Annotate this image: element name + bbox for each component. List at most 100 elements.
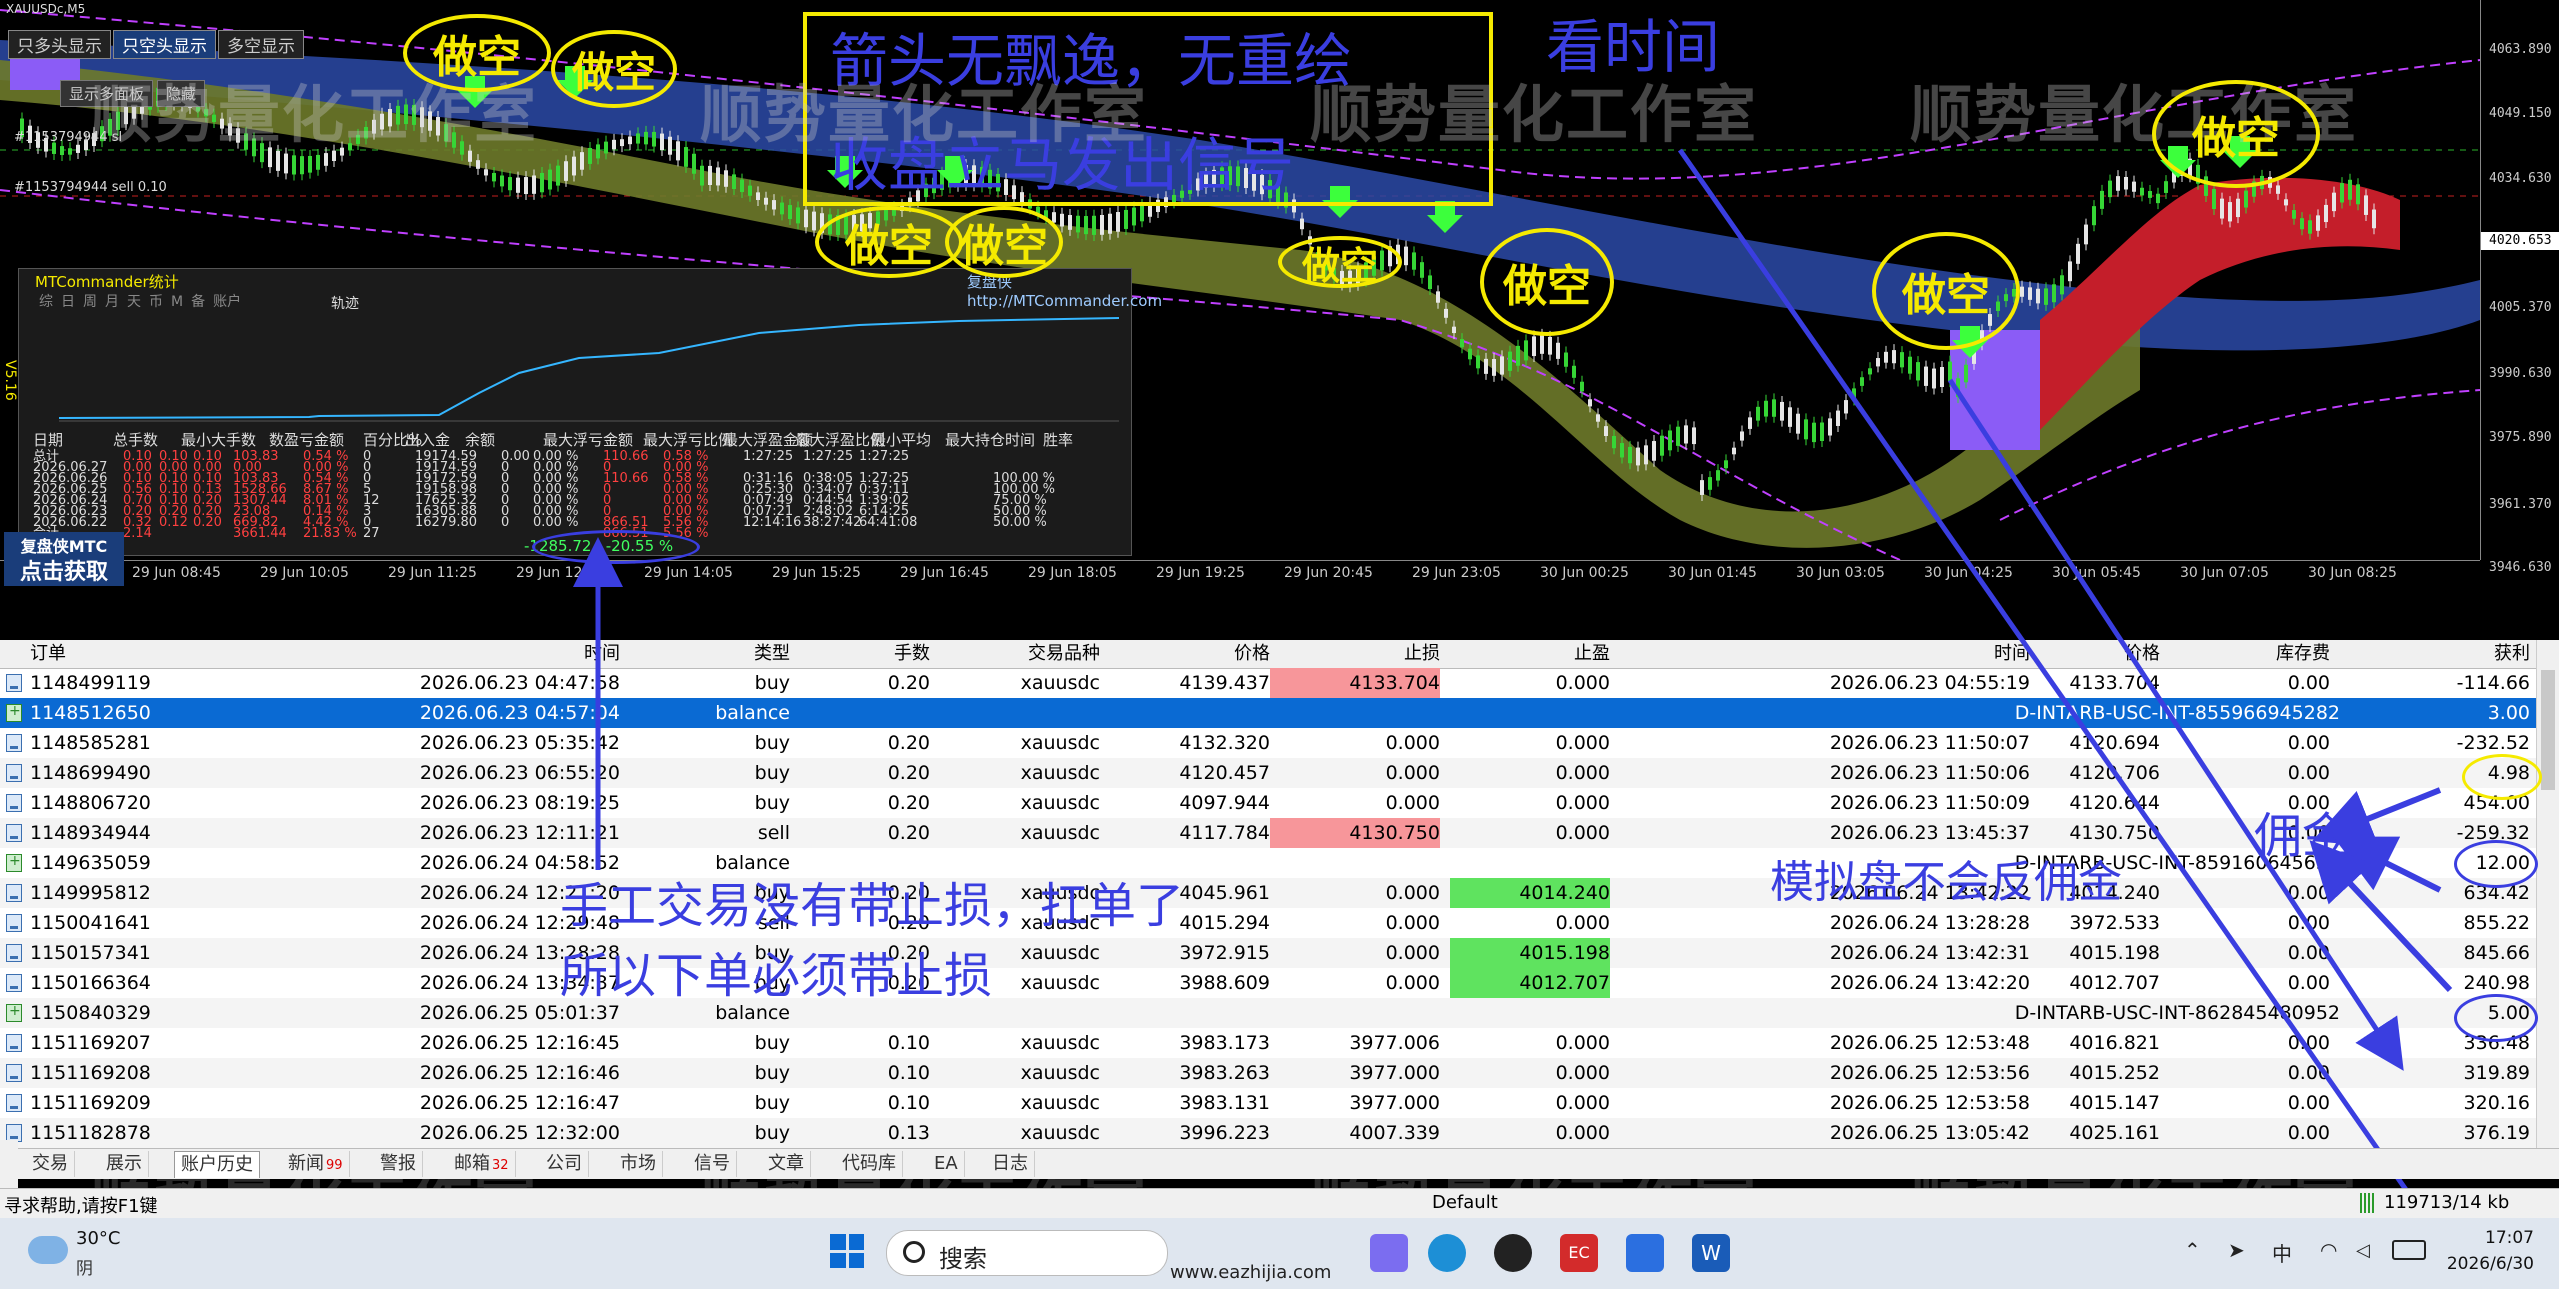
price-tick: 4063.890	[2489, 42, 2552, 57]
clock-date[interactable]: 2026/6/30	[2446, 1254, 2534, 1274]
scrollbar-thumb[interactable]	[2541, 670, 2555, 790]
table-row[interactable]: 1148499119 2026.06.23 04:47:58 buy 0.20 xauu…	[0, 668, 2536, 698]
ime-indicator[interactable]: 中	[2272, 1238, 2292, 1267]
column-header[interactable]: 交易品种	[940, 640, 1100, 668]
table-row[interactable]: 1151182878 2026.06.25 12:32:00 buy 0.13 xauu…	[0, 1118, 2536, 1148]
column-header[interactable]: 止损	[1270, 640, 1440, 668]
column-header[interactable]: 订单	[30, 640, 160, 668]
terminal-tab[interactable]: 市场	[614, 1151, 663, 1177]
mtc-tab[interactable]: M	[171, 294, 183, 310]
column-header[interactable]: 价格	[2040, 640, 2160, 668]
clock-time[interactable]: 17:07	[2466, 1228, 2534, 1248]
table-cell: 0.00	[2287, 972, 2330, 994]
table-cell: 3972.915	[1179, 942, 1270, 964]
mt5-icon[interactable]	[1626, 1234, 1664, 1272]
mtc-tab[interactable]: 月	[105, 294, 119, 310]
terminal-tab[interactable]: 公司	[540, 1151, 589, 1177]
trade-icon	[6, 884, 22, 902]
long-short-button[interactable]: 多空显示	[218, 30, 304, 59]
trade-icon	[6, 1064, 22, 1082]
mtc-tab[interactable]: 日	[61, 294, 75, 310]
search-icon	[903, 1241, 925, 1263]
ec-icon[interactable]: EC	[1560, 1234, 1598, 1272]
table-row[interactable]: 1148699490 2026.06.23 06:55:20 buy 0.20 xauu…	[0, 758, 2536, 788]
price-chart[interactable]: XAUUSDc,M5 只多头显示 只空头显示 多空显示 显示多面板 隐藏 #11…	[0, 0, 2559, 586]
table-cell: 0.20	[887, 822, 930, 844]
terminal-tab[interactable]: 警报	[374, 1151, 423, 1177]
get-mtc-button[interactable]: 复盘侠MTC 点击获取	[4, 532, 124, 586]
table-row[interactable]: 1151169208 2026.06.25 12:16:46 buy 0.10 xauu…	[0, 1058, 2536, 1088]
table-scrollbar[interactable]	[2536, 640, 2559, 1148]
table-row[interactable]: 11496350592026.06.24 04:58:52balanceD-IN…	[0, 848, 2536, 878]
table-cell: 2026.06.23 04:55:19	[1829, 672, 2030, 694]
terminal-tab[interactable]: EA	[928, 1151, 965, 1177]
qq-icon[interactable]	[1494, 1234, 1532, 1272]
table-row[interactable]: 1151169209 2026.06.25 12:16:47 buy 0.10 xauu…	[0, 1088, 2536, 1118]
table-row[interactable]: 1150157341 2026.06.24 13:28:28 buy 0.20 xauu…	[0, 938, 2536, 968]
mtc-tab[interactable]: 币	[149, 294, 163, 310]
signal-bubble: 做空	[1278, 236, 1402, 288]
column-header[interactable]: 价格	[1110, 640, 1270, 668]
column-header[interactable]: 库存费	[2160, 640, 2330, 668]
account-history-table[interactable]: 订单 时间 类型 手数 交易品种 价格 止损 止盈 时间 价格 库存费 获利 1148499119 20…	[0, 640, 2559, 1148]
highlight-ellipse	[2454, 994, 2538, 1042]
column-header[interactable]: 类型	[630, 640, 790, 668]
mtc-tab[interactable]: 综	[39, 294, 53, 310]
terminal-tab[interactable]: 邮箱 32	[448, 1151, 516, 1177]
table-cell: 1149995812	[30, 882, 151, 904]
status-profile[interactable]: Default	[1432, 1192, 1498, 1213]
terminal-tab[interactable]: 账户历史	[174, 1151, 260, 1178]
mtc-tab[interactable]: 天	[127, 294, 141, 310]
status-bar: 寻求帮助,请按F1键 Default 119713/14 kb	[0, 1188, 2559, 1219]
start-icon[interactable]	[830, 1234, 864, 1268]
word-icon[interactable]: W	[1692, 1234, 1730, 1272]
mtc-tab[interactable]: 周	[83, 294, 97, 310]
mtc-tab[interactable]: 账户	[213, 294, 241, 310]
terminal-tab[interactable]: 展示	[100, 1151, 149, 1177]
table-row[interactable]: 1148934944 2026.06.23 12:11:21 sell 0.20 xau…	[0, 818, 2536, 848]
short-only-button[interactable]: 只空头显示	[113, 30, 216, 59]
table-row[interactable]: 1148585281 2026.06.23 05:35:42 buy 0.20 xauu…	[0, 728, 2536, 758]
column-header[interactable]: 获利	[2340, 640, 2530, 668]
table-row[interactable]: 1151169207 2026.06.25 12:16:45 buy 0.10 xauu…	[0, 1028, 2536, 1058]
table-cell: 2026.06.23 12:11:21	[419, 822, 620, 844]
taskbar-search[interactable]: 搜索	[886, 1230, 1168, 1276]
highlight-ellipse	[2462, 754, 2542, 800]
column-header[interactable]: 止盈	[1450, 640, 1610, 668]
app-icon[interactable]	[1370, 1234, 1408, 1272]
position-label: #1153794944 sell 0.10	[14, 180, 167, 195]
table-row[interactable]: 11508403292026.06.25 05:01:37balanceD-IN…	[0, 998, 2536, 1028]
terminal-tab[interactable]: 日志	[986, 1151, 1035, 1177]
table-cell: xauusdc	[1020, 792, 1100, 814]
weather-icon[interactable]	[28, 1236, 68, 1264]
time-tick: 30 Jun 03:05	[1796, 565, 1885, 581]
long-only-button[interactable]: 只多头显示	[8, 30, 111, 59]
column-header[interactable]: 手数	[800, 640, 930, 668]
table-cell: 1150157341	[30, 942, 151, 964]
edge-icon[interactable]	[1428, 1234, 1466, 1272]
volume-icon[interactable]: ◁	[2356, 1240, 2370, 1261]
mtc-tab[interactable]: 备	[191, 294, 205, 310]
terminal-tab[interactable]: 文章	[762, 1151, 811, 1177]
price-tick: 3946.630	[2489, 560, 2552, 575]
terminal-tab[interactable]: 新闻 99	[282, 1151, 350, 1177]
table-row[interactable]: 11485126502026.06.23 04:57:04balanceD-IN…	[0, 698, 2536, 728]
table-row[interactable]: 1150041641 2026.06.24 12:29:48 sell 0.20 xau…	[0, 908, 2536, 938]
table-row[interactable]: 1150166364 2026.06.24 13:34:37 buy 0.20 xauu…	[0, 968, 2536, 998]
terminal-tab[interactable]: 信号	[688, 1151, 737, 1177]
column-header[interactable]: 时间	[1620, 640, 2030, 668]
table-cell: 2026.06.24 13:34:37	[419, 972, 620, 994]
table-cell: xauusdc	[1020, 822, 1100, 844]
wifi-icon[interactable]: ◠	[2320, 1238, 2337, 1262]
column-header[interactable]: 时间	[180, 640, 620, 668]
terminal-tab[interactable]: 代码库	[836, 1151, 903, 1177]
table-row[interactable]: 1148806720 2026.06.23 08:19:25 buy 0.20 xauu…	[0, 788, 2536, 818]
table-cell: 2026.06.23 04:47:58	[419, 672, 620, 694]
battery-icon[interactable]	[2392, 1240, 2426, 1260]
table-row[interactable]: 1149995812 2026.06.24 12:21:20 buy 0.20 xauu…	[0, 878, 2536, 908]
terminal-side-handle[interactable]	[0, 1140, 18, 1188]
tray-chevron-icon[interactable]: ⌃	[2184, 1238, 2201, 1262]
tray-location-icon[interactable]: ➤	[2228, 1238, 2245, 1262]
time-tick: 29 Jun 10:05	[260, 565, 349, 581]
terminal-tab[interactable]: 交易	[26, 1151, 75, 1177]
